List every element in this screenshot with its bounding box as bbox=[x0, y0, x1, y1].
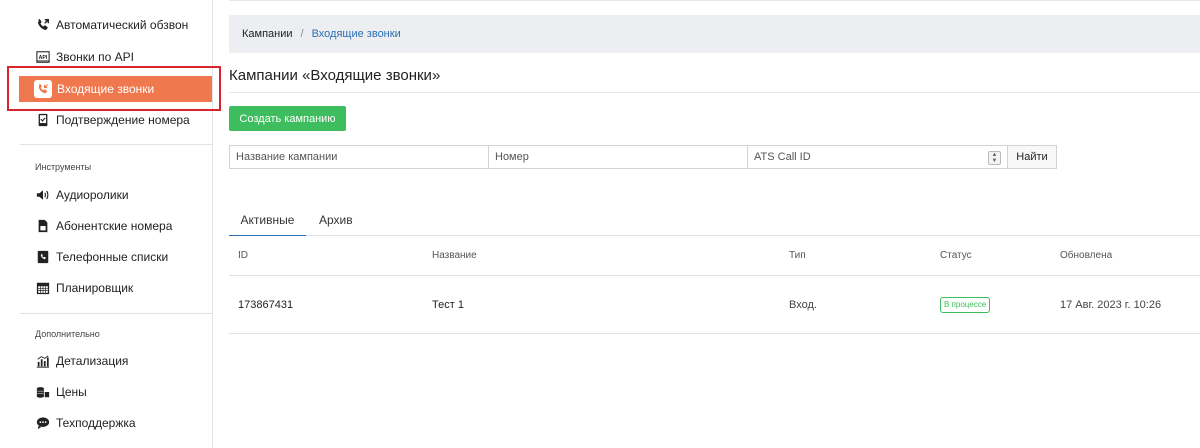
cell-name[interactable]: Тест 1 bbox=[432, 276, 464, 333]
campaign-name-input[interactable] bbox=[229, 145, 488, 169]
sidebar-divider bbox=[20, 144, 212, 145]
sidebar-item-scheduler[interactable]: Планировщик bbox=[20, 276, 212, 300]
chat-icon bbox=[36, 416, 50, 430]
cell-id: 173867431 bbox=[238, 298, 294, 311]
ats-call-id-input[interactable] bbox=[748, 146, 974, 168]
create-campaign-button[interactable]: Создать кампанию bbox=[229, 106, 346, 131]
bar-chart-icon bbox=[36, 354, 50, 368]
column-header-id[interactable]: ID bbox=[238, 235, 248, 275]
sidebar-item-label: Входящие звонки bbox=[57, 82, 155, 96]
sidebar-item-label: Планировщик bbox=[56, 281, 134, 295]
sidebar-divider bbox=[20, 313, 212, 314]
section-label-tools: Инструменты bbox=[35, 162, 92, 172]
column-header-status[interactable]: Статус bbox=[940, 235, 972, 275]
title-divider bbox=[229, 92, 1200, 93]
phone-check-icon bbox=[36, 113, 50, 127]
column-header-type[interactable]: Тип bbox=[789, 235, 806, 275]
section-label-extra: Дополнительно bbox=[35, 329, 100, 339]
phone-book-icon bbox=[36, 250, 50, 264]
sidebar: Автоматический обзвон API Звонки по API … bbox=[0, 0, 213, 448]
phone-incoming-icon bbox=[34, 80, 52, 98]
breadcrumb-current[interactable]: Входящие звонки bbox=[312, 28, 401, 40]
sidebar-item-phone-lists[interactable]: Телефонные списки bbox=[20, 245, 212, 269]
column-header-name[interactable]: Название bbox=[432, 235, 477, 275]
sidebar-item-label: Звонки по API bbox=[56, 50, 134, 64]
sidebar-item-api-calls[interactable]: API Звонки по API bbox=[20, 45, 212, 69]
find-button[interactable]: Найти bbox=[1007, 145, 1057, 169]
sidebar-item-details[interactable]: Детализация bbox=[20, 349, 212, 373]
cell-status: В процессе bbox=[940, 276, 991, 333]
sidebar-item-subscriber-numbers[interactable]: Абонентские номера bbox=[20, 214, 212, 238]
api-icon: API bbox=[36, 50, 50, 64]
sidebar-item-label: Абонентские номера bbox=[56, 219, 173, 233]
cell-updated: 17 Авг. 2023 г. 10:26 bbox=[1060, 298, 1162, 311]
breadcrumb-separator: / bbox=[300, 28, 304, 40]
breadcrumb-campaigns-link[interactable]: Кампании bbox=[242, 28, 293, 40]
sidebar-item-label: Подтверждение номера bbox=[56, 113, 190, 127]
sidebar-item-label: Детализация bbox=[56, 354, 129, 368]
phone-outgoing-icon bbox=[36, 18, 50, 32]
sidebar-item-audio[interactable]: Аудиоролики bbox=[20, 183, 212, 207]
tabs: Активные Архив bbox=[229, 205, 1200, 236]
sidebar-item-incoming-calls[interactable]: Входящие звонки bbox=[19, 76, 212, 102]
sidebar-item-label: Телефонные списки bbox=[56, 250, 169, 264]
number-input[interactable] bbox=[488, 145, 747, 169]
top-divider bbox=[229, 0, 1200, 1]
cell-type: Вход. bbox=[789, 298, 817, 311]
sidebar-item-number-verification[interactable]: Подтверждение номера bbox=[20, 108, 212, 132]
tab-active[interactable]: Активные bbox=[229, 205, 306, 236]
sidebar-item-prices[interactable]: Цены bbox=[20, 380, 212, 404]
table-row[interactable]: 173867431 Тест 1 Вход. В процессе 17 Авг… bbox=[229, 276, 1200, 334]
status-badge: В процессе bbox=[940, 296, 991, 313]
sidebar-item-label: Аудиоролики bbox=[56, 188, 129, 202]
sidebar-item-label: Цены bbox=[56, 385, 87, 399]
sim-card-icon bbox=[36, 219, 50, 233]
column-header-updated[interactable]: Обновлена bbox=[1060, 235, 1112, 275]
speaker-icon bbox=[36, 188, 50, 202]
breadcrumb: Кампании / Входящие звонки bbox=[229, 15, 1200, 53]
number-spinner-icon[interactable]: ▲ ▼ bbox=[988, 151, 1001, 165]
table-header: ID Название Тип Статус Обновлена bbox=[229, 235, 1200, 276]
ats-call-id-field: ▲▼ bbox=[747, 145, 1007, 169]
filter-bar: ▲▼ Найти bbox=[229, 145, 1057, 169]
calendar-icon bbox=[36, 281, 50, 295]
sidebar-item-auto-dial[interactable]: Автоматический обзвон bbox=[20, 13, 212, 37]
page-title: Кампании «Входящие звонки» bbox=[229, 67, 441, 84]
sidebar-item-support[interactable]: Техподдержка bbox=[20, 411, 212, 435]
tab-archive[interactable]: Архив bbox=[319, 205, 353, 235]
sidebar-item-label: Техподдержка bbox=[56, 416, 136, 430]
coins-icon bbox=[36, 385, 50, 399]
svg-text:API: API bbox=[39, 55, 48, 61]
sidebar-item-label: Автоматический обзвон bbox=[56, 18, 189, 32]
